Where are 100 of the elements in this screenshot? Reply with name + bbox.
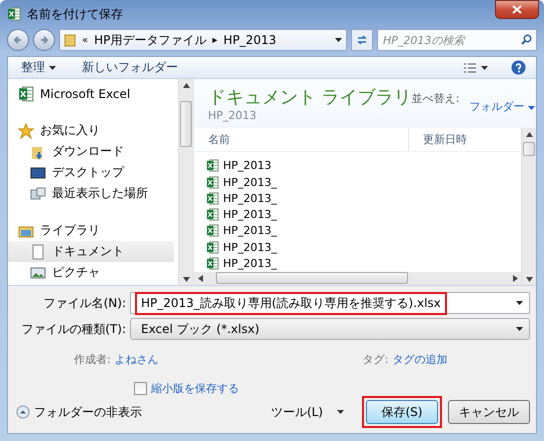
library-subtitle: HP_2013	[208, 109, 258, 122]
hide-folders-button[interactable]: フォルダーの非表示	[16, 404, 142, 420]
scroll-arrow-icon[interactable]	[526, 276, 532, 282]
breadcrumb-separator[interactable]: ▸	[212, 34, 218, 46]
scrollbar[interactable]	[521, 128, 536, 285]
places-icon	[30, 186, 46, 202]
file-name: HP_2013_	[223, 256, 277, 270]
spreadsheet-icon	[206, 192, 219, 205]
sort-label: 並べ替え:	[412, 91, 460, 107]
nav-label: Microsoft Excel	[40, 86, 130, 100]
file-name: HP_2013_	[223, 176, 277, 189]
nav-label: ドキュメント	[52, 243, 124, 260]
back-arrow-icon	[13, 35, 23, 45]
back-button[interactable]	[7, 29, 29, 51]
sort-dropdown[interactable]: フォルダー	[469, 91, 535, 122]
excel-icon	[18, 86, 34, 102]
file-row[interactable]: HP_2013_	[194, 174, 521, 190]
tag-label: タグ:	[362, 352, 388, 367]
checkbox-label[interactable]: 縮小版を保存する	[151, 381, 239, 396]
file-name: HP_2013	[223, 159, 272, 172]
spreadsheet-icon	[206, 224, 219, 238]
scroll-arrow-icon[interactable]	[182, 276, 190, 282]
address-bar[interactable]: « HP用データファイル ▸ HP_2013	[59, 29, 347, 51]
add-tag-link[interactable]: タグの追加	[392, 352, 448, 367]
cancel-button[interactable]: キャンセル	[448, 400, 530, 424]
file-type-select[interactable]: Excel ブック (*.xlsx)	[130, 318, 530, 340]
new-folder-button[interactable]: 新しいフォルダー	[79, 57, 181, 78]
spreadsheet-icon	[206, 208, 219, 222]
author-label: 作成者:	[74, 352, 111, 367]
file-row[interactable]: HP_2013_	[194, 206, 521, 223]
scroll-thumb[interactable]	[216, 272, 408, 284]
nav-label: ダウンロード	[52, 143, 124, 160]
nav-item[interactable]: 最近表示した場所	[8, 183, 174, 204]
scrollbar[interactable]	[178, 79, 193, 285]
file-name: HP_2013_	[223, 208, 277, 222]
scroll-thumb[interactable]	[523, 142, 535, 156]
nav-label: 最近表示した場所	[52, 185, 148, 202]
nav-label: ライブラリ	[40, 222, 100, 239]
nav-label: ピクチャ	[52, 264, 100, 281]
nav-item[interactable]: デスクトップ	[8, 162, 174, 183]
caret-icon	[49, 66, 56, 70]
file-name: HP_2013_	[223, 192, 277, 205]
nav-item[interactable]: Microsoft Excel	[8, 83, 174, 104]
author-link[interactable]: よねさん	[114, 352, 159, 367]
nav-item[interactable]: ドキュメント	[8, 241, 174, 262]
tools-menu[interactable]: ツール(L)	[264, 402, 350, 422]
overflow-chevron[interactable]: «	[82, 34, 88, 46]
caret-icon	[481, 66, 488, 70]
forward-button[interactable]	[33, 29, 55, 51]
breadcrumb[interactable]: HP_2013	[223, 33, 276, 47]
file-name: HP_2013_	[223, 240, 277, 254]
library-title: ドキュメント ライブラリ	[208, 86, 412, 109]
forward-arrow-icon	[39, 35, 49, 45]
nav-item[interactable]: ライブラリ	[8, 220, 174, 241]
organize-menu[interactable]: 整理	[18, 57, 59, 78]
picture-icon	[30, 264, 46, 280]
search-icon	[521, 34, 532, 45]
file-row[interactable]: HP_2013	[194, 158, 521, 174]
folder-icon	[64, 33, 76, 47]
caret-icon	[528, 106, 535, 110]
field-label: ファイル名(N):	[42, 294, 126, 312]
close-button[interactable]	[495, 0, 539, 19]
refresh-button[interactable]	[351, 29, 373, 51]
window-title: 名前を付けて保存	[27, 6, 123, 22]
star-icon	[18, 122, 34, 138]
checkbox[interactable]	[134, 382, 147, 395]
file-row[interactable]: HP_2013_	[194, 190, 521, 207]
file-name: HP_2013_	[223, 224, 277, 238]
excel-icon	[7, 7, 21, 21]
dropdown-caret-icon[interactable]	[516, 327, 523, 331]
nav-item[interactable]: ダウンロード	[8, 141, 174, 162]
filename-field[interactable]: HP_2013_読み取り専用(読み取り専用を推奨する).xlsx	[130, 292, 530, 314]
field-label: ファイルの種類(T):	[20, 320, 126, 338]
search-field[interactable]: HP_2013の検索	[377, 29, 537, 51]
spreadsheet-icon	[206, 176, 219, 189]
scroll-arrow-icon[interactable]	[182, 82, 190, 88]
monitor-icon	[30, 164, 46, 180]
spreadsheet-icon	[206, 159, 219, 172]
scroll-arrow-icon[interactable]	[526, 132, 532, 136]
document-icon	[30, 244, 46, 260]
spreadsheet-icon	[206, 256, 219, 270]
file-row[interactable]: HP_2013_	[194, 239, 521, 256]
breadcrumb[interactable]: HP用データファイル	[94, 32, 206, 48]
list-view-icon	[463, 62, 477, 74]
dropdown-caret-icon[interactable]	[516, 301, 523, 305]
scrollbar[interactable]	[194, 272, 521, 285]
column-header[interactable]: 更新日時	[408, 128, 467, 151]
nav-item[interactable]: ピクチャ	[8, 262, 174, 283]
help-icon[interactable]	[511, 60, 526, 75]
scroll-arrow-icon[interactable]	[198, 274, 202, 282]
file-row[interactable]: HP_2013_	[194, 222, 521, 240]
save-button[interactable]: 保存(S)	[366, 400, 438, 424]
scroll-thumb[interactable]	[180, 101, 192, 147]
nav-item[interactable]: お気に入り	[8, 120, 174, 141]
column-header[interactable]: 名前	[194, 128, 408, 151]
caret-icon	[337, 410, 344, 414]
refresh-icon	[356, 34, 368, 46]
scroll-arrow-icon[interactable]	[512, 274, 518, 282]
dropdown-caret-icon[interactable]	[335, 38, 342, 42]
file-row[interactable]: HP_2013_	[194, 255, 521, 272]
